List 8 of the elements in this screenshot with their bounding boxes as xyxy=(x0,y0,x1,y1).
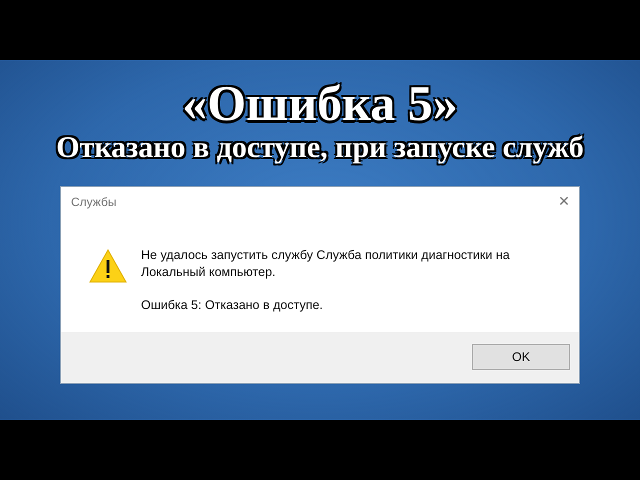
error-code: Ошибка 5: Отказано в доступе. xyxy=(141,297,324,314)
window-title: Службы xyxy=(71,195,116,209)
warning-icon xyxy=(89,249,127,283)
subheadline: Отказано в доступе, при запуске служб xyxy=(56,130,584,166)
ok-button[interactable]: OK xyxy=(472,344,570,370)
close-button[interactable]: ✕ xyxy=(549,188,579,216)
headline: «Ошибка 5» xyxy=(182,76,458,130)
error-message: Не удалось запустить службу Служба политики диагностики на Локальный компьютер. xyxy=(141,247,511,281)
